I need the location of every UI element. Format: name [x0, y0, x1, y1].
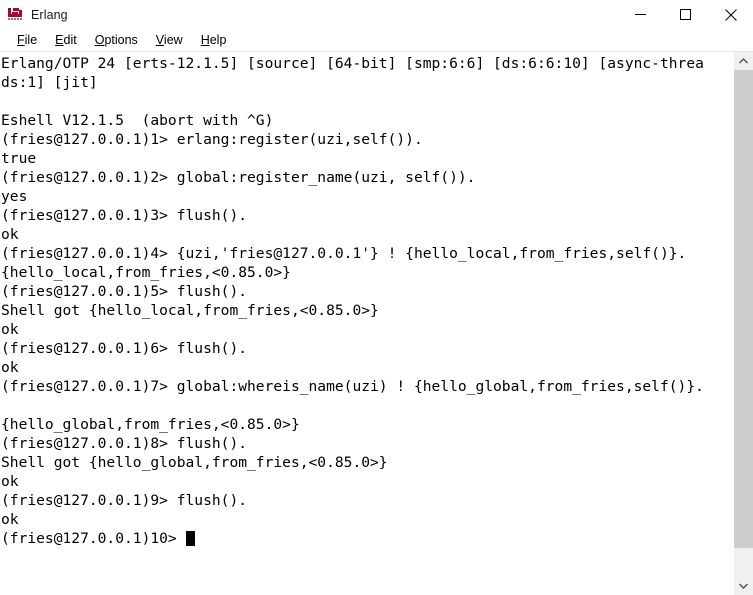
title-bar-left: Erlang: [0, 7, 68, 23]
menu-file-label: ile: [24, 33, 38, 47]
terminal-line: (fries@127.0.0.1)5> flush().: [1, 283, 248, 300]
minimize-button[interactable]: [618, 0, 663, 29]
terminal-prompt-line: (fries@127.0.0.1)10>: [1, 529, 733, 548]
erlang-logo-icon: [7, 7, 23, 23]
terminal-prompt-text: (fries@127.0.0.1)10>: [1, 530, 186, 547]
menu-bar: File Edit Options View Help: [0, 29, 753, 51]
menu-edit-label: dit: [63, 33, 77, 47]
window-title: Erlang: [31, 7, 68, 22]
scrollbar-thumb[interactable]: [734, 70, 753, 548]
terminal-line: (fries@127.0.0.1)7> global:whereis_name(…: [1, 378, 704, 395]
window-controls: [618, 0, 753, 29]
terminal-line: Shell got {hello_local,from_fries,<0.85.…: [1, 302, 379, 319]
menu-edit[interactable]: Edit: [46, 29, 86, 51]
menu-file-accel: F: [17, 33, 25, 47]
title-bar[interactable]: Erlang: [0, 0, 753, 29]
menu-options-label: ptions: [104, 33, 138, 47]
terminal-line: ds:1] [jit]: [1, 74, 98, 91]
menu-help-accel: H: [200, 33, 210, 47]
terminal-line: (fries@127.0.0.1)1> erlang:register(uzi,…: [1, 131, 423, 148]
terminal-line: true: [1, 150, 37, 167]
menu-file[interactable]: File: [8, 29, 46, 51]
terminal-line: (fries@127.0.0.1)8> flush().: [1, 435, 248, 452]
scroll-down-button[interactable]: [734, 577, 753, 595]
menu-help-label: elp: [209, 33, 227, 47]
close-button[interactable]: [708, 0, 753, 29]
terminal-area: Erlang/OTP 24 [erts-12.1.5] [source] [64…: [0, 51, 753, 595]
menu-view[interactable]: View: [147, 29, 192, 51]
terminal-line: ok: [1, 321, 19, 338]
menu-options-accel: O: [94, 33, 105, 47]
maximize-button[interactable]: [663, 0, 708, 29]
terminal-line: ok: [1, 359, 19, 376]
terminal-line: {hello_local,from_fries,<0.85.0>}: [1, 264, 291, 281]
menu-view-accel: V: [155, 33, 164, 47]
terminal-output[interactable]: Erlang/OTP 24 [erts-12.1.5] [source] [64…: [0, 52, 733, 595]
chevron-up-icon: [739, 58, 748, 64]
terminal-line: (fries@127.0.0.1)4> {uzi,'fries@127.0.0.…: [1, 245, 687, 262]
terminal-line: yes: [1, 188, 28, 205]
vertical-scrollbar[interactable]: [733, 52, 753, 595]
menu-view-label: iew: [163, 33, 183, 47]
terminal-line: Shell got {hello_global,from_fries,<0.85…: [1, 454, 388, 471]
terminal-line: ok: [1, 473, 19, 490]
terminal-line: ok: [1, 511, 19, 528]
terminal-line: (fries@127.0.0.1)3> flush().: [1, 207, 248, 224]
terminal-line: {hello_global,from_fries,<0.85.0>}: [1, 416, 300, 433]
menu-edit-accel: E: [55, 33, 64, 47]
menu-options[interactable]: Options: [86, 29, 147, 51]
erlang-shell-window: Erlang File Edit Options View Help Erlan…: [0, 0, 753, 595]
terminal-cursor: [185, 531, 195, 546]
terminal-line: Eshell V12.1.5 (abort with ^G): [1, 112, 274, 129]
terminal-line: Erlang/OTP 24 [erts-12.1.5] [source] [64…: [1, 55, 704, 72]
menu-help[interactable]: Help: [192, 29, 236, 51]
terminal-line: (fries@127.0.0.1)6> flush().: [1, 340, 248, 357]
terminal-line: ok: [1, 226, 19, 243]
chevron-down-icon: [739, 583, 748, 589]
terminal-line: (fries@127.0.0.1)2> global:register_name…: [1, 169, 476, 186]
scrollbar-track[interactable]: [734, 70, 753, 577]
terminal-line: (fries@127.0.0.1)9> flush().: [1, 492, 248, 509]
scroll-up-button[interactable]: [734, 52, 753, 70]
